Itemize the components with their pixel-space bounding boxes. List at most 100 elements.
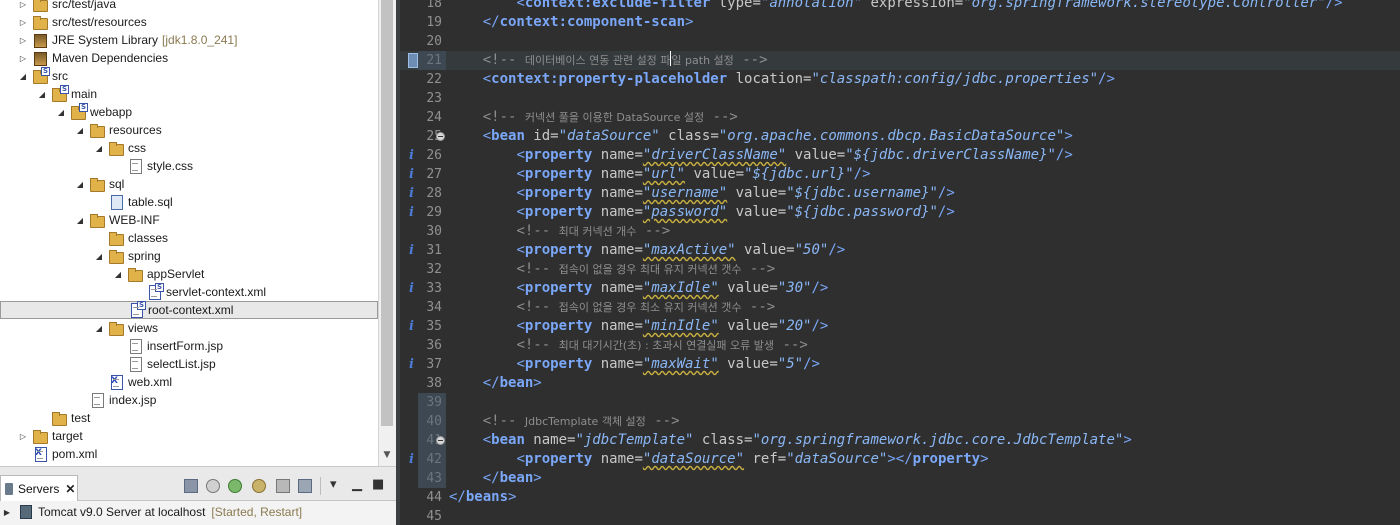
code-line[interactable]: 25 <bean id="dataSource" class="org.apac… xyxy=(400,127,1400,146)
tree-item[interactable]: Xpom.xml xyxy=(0,445,378,463)
tree-item[interactable]: index.jsp xyxy=(0,391,378,409)
code-line[interactable]: 20 xyxy=(400,32,1400,51)
code-line[interactable]: 23 xyxy=(400,89,1400,108)
debug-icon[interactable] xyxy=(206,479,220,493)
tree-item-label: appServlet xyxy=(147,267,205,281)
tree-item-label: views xyxy=(128,321,159,335)
code-line[interactable]: i 31 <property name="maxActive" value="50… xyxy=(400,241,1400,260)
expand-arrow-icon[interactable]: ▷ xyxy=(18,35,28,45)
code-line[interactable]: 24 <!-- 커넥션 풀을 이용한 DataSource 설정 --> xyxy=(400,108,1400,127)
tree-item[interactable]: table.sql xyxy=(0,193,378,211)
code-line[interactable]: 40 <!-- JdbcTemplate 객체 설정 --> xyxy=(400,412,1400,431)
tree-item[interactable]: ▷ src/test/resources xyxy=(0,13,378,31)
expand-arrow-icon[interactable]: ▷ xyxy=(18,0,28,9)
collapse-arrow-icon[interactable]: ◢ xyxy=(75,125,85,135)
server-entry[interactable]: ▶ Tomcat v9.0 Server at localhost [Start… xyxy=(0,501,400,523)
code-line[interactable]: 18 <context:exclude-filter type="annotat… xyxy=(400,0,1400,13)
tree-item[interactable]: Xweb.xml xyxy=(0,373,378,391)
code-line[interactable]: 43 </bean> xyxy=(400,469,1400,488)
code-token: /> xyxy=(811,318,829,334)
code-line[interactable]: i 27 <property name="url" value="${jdbc.u… xyxy=(400,165,1400,184)
tree-item[interactable]: test xyxy=(0,409,378,427)
close-icon[interactable]: ✕ xyxy=(65,482,75,496)
tab-servers[interactable]: Servers ✕ xyxy=(0,475,78,501)
tree-item[interactable]: ◢ css xyxy=(0,139,378,157)
fold-toggle-icon[interactable] xyxy=(436,436,445,445)
publish-icon[interactable] xyxy=(298,479,312,493)
tree-item[interactable]: selectList.jsp xyxy=(0,355,378,373)
code-line[interactable]: 30 <!-- 최대 커넥션 개수 --> xyxy=(400,222,1400,241)
code-line[interactable]: i 29 <property name="password" value="${j… xyxy=(400,203,1400,222)
expand-arrow-icon[interactable]: ▷ xyxy=(18,17,28,27)
code-line[interactable]: 45 xyxy=(400,507,1400,525)
collapse-arrow-icon[interactable]: ◢ xyxy=(94,143,104,153)
code-line[interactable]: i 28 <property name="username" value="${j… xyxy=(400,184,1400,203)
tree-item[interactable]: Sservlet-context.xml xyxy=(0,283,378,301)
profile-icon[interactable] xyxy=(252,479,266,493)
tree-item[interactable]: ◢ sql xyxy=(0,175,378,193)
line-number: 23 xyxy=(426,91,442,106)
view-menu-icon[interactable]: ▾ xyxy=(330,477,337,492)
collapse-arrow-icon[interactable]: ◢ xyxy=(75,179,85,189)
code-line[interactable]: 36 <!-- 최대 대기시간(초) : 초과시 연결실패 오류 발생 --> xyxy=(400,336,1400,355)
collapse-icon[interactable] xyxy=(184,479,198,493)
tree-item[interactable]: ◢ Ssrc xyxy=(0,67,378,85)
tree-item[interactable]: ◢ Smain xyxy=(0,85,378,103)
tree-item-label: src/test/java xyxy=(52,0,117,11)
tree-item[interactable]: Sroot-context.xml xyxy=(0,301,378,319)
code-line[interactable]: 44 </beans> xyxy=(400,488,1400,507)
code-line[interactable]: 38 </bean> xyxy=(400,374,1400,393)
collapse-arrow-icon[interactable]: ◢ xyxy=(75,215,85,225)
expand-arrow-icon[interactable]: ▷ xyxy=(18,53,28,63)
code-line[interactable]: 34 <!-- 접속이 없을 경우 최소 유지 커넥션 갯수 --> xyxy=(400,298,1400,317)
fold-toggle-icon[interactable] xyxy=(436,132,445,141)
code-line[interactable]: i 37 <property name="maxWait" value="5"/> xyxy=(400,355,1400,374)
scroll-down-arrow-icon[interactable]: ▼ xyxy=(380,448,394,462)
code-line[interactable]: 41 <bean name="jdbcTemplate" class="org.… xyxy=(400,431,1400,450)
code-editor[interactable]: 18 <context:exclude-filter type="annotat… xyxy=(400,0,1400,525)
code-line[interactable]: 21 <!-- 데이터베이스 연동 관련 설정 파일 path 설정 --> xyxy=(400,51,1400,70)
folder-icon xyxy=(127,267,143,282)
collapse-arrow-icon[interactable]: ◢ xyxy=(37,89,47,99)
tree-item[interactable]: ◢ resources xyxy=(0,121,378,139)
code-text: <property name="minIdle" value="20"/> xyxy=(449,317,828,336)
code-line[interactable]: 22 <context:property-placeholder locatio… xyxy=(400,70,1400,89)
stop-icon[interactable] xyxy=(276,479,290,493)
tree-item[interactable]: classes xyxy=(0,229,378,247)
code-line[interactable]: i 33 <property name="maxIdle" value="30"/… xyxy=(400,279,1400,298)
minimize-icon[interactable]: ▁ xyxy=(352,477,362,492)
tree-item[interactable]: ◢ WEB-INF xyxy=(0,211,378,229)
tree-item[interactable]: ▷ Maven Dependencies xyxy=(0,49,378,67)
code-line[interactable]: 32 <!-- 접속이 없을 경우 최대 유지 커넥션 갯수 --> xyxy=(400,260,1400,279)
tree-item[interactable]: ▷ JRE System Library [jdk1.8.0_241] xyxy=(0,31,378,49)
expand-arrow-icon[interactable]: ▷ xyxy=(18,431,28,441)
code-line[interactable]: i 42 <property name="dataSource" ref="dat… xyxy=(400,450,1400,469)
tree-item[interactable]: style.css xyxy=(0,157,378,175)
code-line[interactable]: 19 </context:component-scan> xyxy=(400,13,1400,32)
tree-item[interactable]: ◢ appServlet xyxy=(0,265,378,283)
maximize-icon[interactable]: ■ xyxy=(372,477,384,492)
start-icon[interactable] xyxy=(228,479,242,493)
code-token: 데이터베이스 연동 관련 설정 파 xyxy=(524,54,671,67)
tree-item[interactable]: ◢ Swebapp xyxy=(0,103,378,121)
tree-item[interactable]: insertForm.jsp xyxy=(0,337,378,355)
tree-item[interactable]: ▷ target xyxy=(0,427,378,445)
tree-item[interactable]: ◢ views xyxy=(0,319,378,337)
collapse-arrow-icon[interactable]: ◢ xyxy=(56,107,66,117)
collapse-arrow-icon[interactable]: ◢ xyxy=(18,71,28,81)
code-line[interactable]: i 35 <property name="minIdle" value="20"/… xyxy=(400,317,1400,336)
tree-item-label: webapp xyxy=(90,105,133,119)
code-line[interactable]: i 26 <property name="driverClassName" val… xyxy=(400,146,1400,165)
code-text: <!-- 최대 대기시간(초) : 초과시 연결실패 오류 발생 --> xyxy=(449,336,807,355)
code-line[interactable]: 39 xyxy=(400,393,1400,412)
tree-item[interactable]: ▷ src/test/java xyxy=(0,0,378,13)
expand-icon[interactable]: ▶ xyxy=(2,507,12,517)
collapse-arrow-icon[interactable]: ◢ xyxy=(113,269,123,279)
collapse-arrow-icon[interactable]: ◢ xyxy=(94,251,104,261)
collapse-arrow-icon[interactable]: ◢ xyxy=(94,323,104,333)
tree-item[interactable]: ◢ spring xyxy=(0,247,378,265)
code-token: /> xyxy=(1325,0,1343,11)
explorer-scrollbar-thumb[interactable] xyxy=(381,0,393,426)
